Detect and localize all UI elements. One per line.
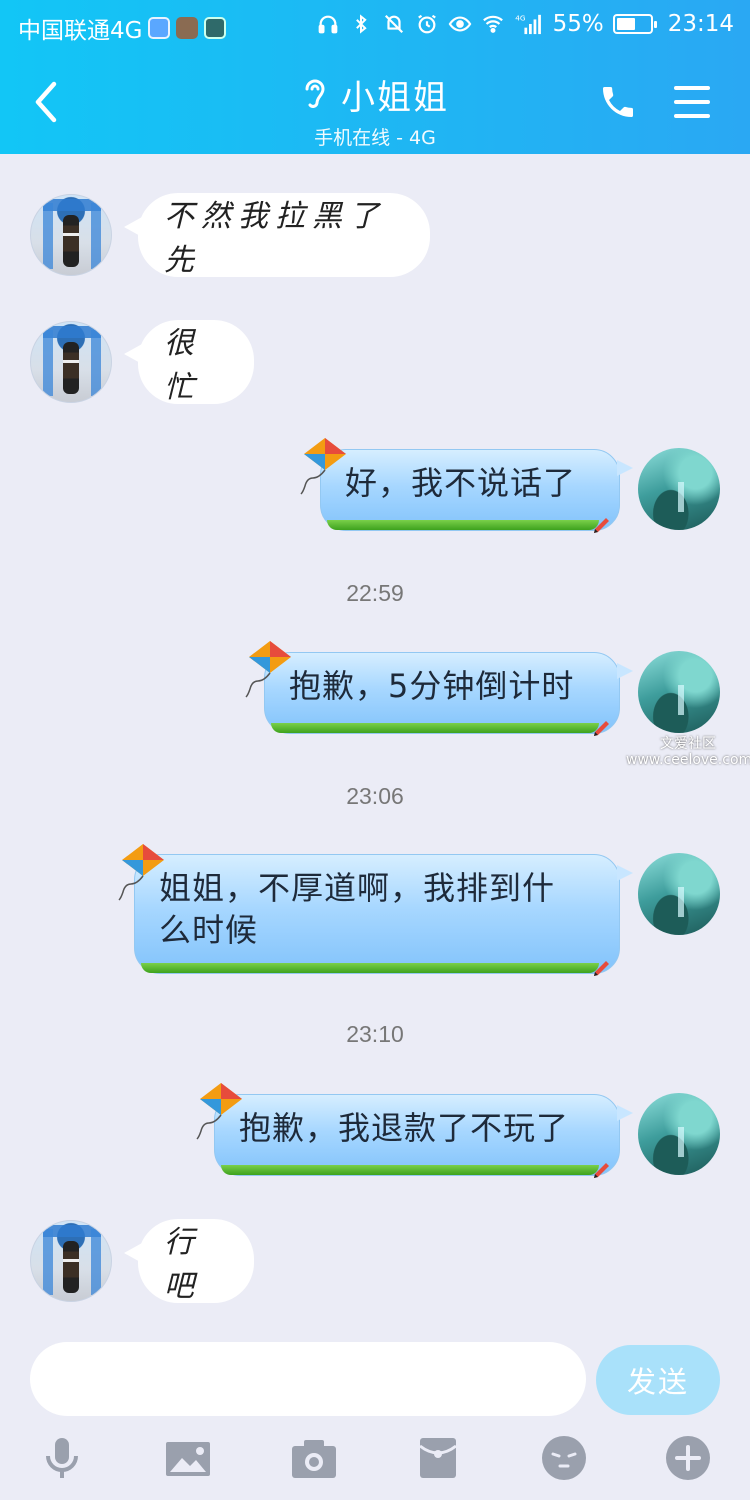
sent-message[interactable]: 抱歉，我退款了不玩了 <box>214 1094 633 1178</box>
emoji-icon[interactable] <box>540 1434 588 1482</box>
bubble-tail <box>617 460 633 476</box>
battery-percent: 55% <box>552 11 604 37</box>
message-text: 不然我拉黑了先 <box>164 199 386 278</box>
bubble-grass-decoration <box>327 520 599 530</box>
message-text: 好，我不说话了 <box>345 464 577 502</box>
headphones-icon <box>316 12 340 36</box>
eye-icon <box>448 12 472 36</box>
contact-avatar[interactable] <box>30 321 112 403</box>
alarm-icon <box>415 12 439 36</box>
received-message[interactable]: 很忙 <box>124 320 254 405</box>
carrier-label: 中国联通4G <box>18 18 143 44</box>
contact-avatar[interactable] <box>30 1220 112 1302</box>
menu-button[interactable] <box>672 84 712 120</box>
pen-icon <box>594 961 609 976</box>
watermark-line: 文爱社区 <box>660 736 716 752</box>
signal-icon: 4G <box>514 12 544 36</box>
my-avatar[interactable] <box>638 651 720 733</box>
app-notification-icon <box>176 17 199 39</box>
phone-call-button[interactable] <box>598 82 638 122</box>
microphone-icon[interactable] <box>38 1434 86 1482</box>
message-text: 抱歉，我退款了不玩了 <box>239 1109 570 1147</box>
message-text: 抱歉，5分钟倒计时 <box>289 667 575 705</box>
bubble-tail <box>617 663 633 679</box>
pen-icon <box>594 1163 609 1178</box>
clock: 23:14 <box>667 11 734 37</box>
my-avatar[interactable] <box>638 448 720 530</box>
message-text: 很忙 <box>164 326 201 405</box>
app-notification-icon <box>148 17 171 39</box>
message-timestamp: 23:06 <box>346 783 404 809</box>
svg-text:4G: 4G <box>515 13 526 22</box>
watermark-line: www.ceelove.com <box>626 752 750 768</box>
message-text: 么时候 <box>159 911 259 949</box>
message-text: 行吧 <box>164 1225 201 1304</box>
wifi-icon <box>481 12 505 36</box>
kite-icon <box>196 1083 242 1140</box>
battery-icon <box>612 14 657 34</box>
my-avatar[interactable] <box>638 853 720 935</box>
bubble-grass-decoration <box>271 723 599 733</box>
image-icon[interactable] <box>164 1434 212 1482</box>
sent-message[interactable]: 好，我不说话了 <box>320 449 633 533</box>
chat-title: 小姐姐 <box>341 78 449 118</box>
bluetooth-icon <box>349 12 373 36</box>
sent-message[interactable]: 抱歉，5分钟倒计时 <box>264 652 633 736</box>
bubble-grass-decoration <box>141 963 599 973</box>
ear-icon[interactable] <box>301 75 329 115</box>
watermark: 文爱社区 www.ceelove.com <box>626 736 750 768</box>
received-message[interactable]: 行吧 <box>124 1219 254 1304</box>
mute-icon <box>382 12 406 36</box>
online-status: 手机在线 - 4G <box>314 127 436 149</box>
app-notification-icon <box>204 17 227 39</box>
message-input[interactable] <box>30 1342 586 1416</box>
message-text: 姐姐，不厚道啊，我排到什 <box>159 869 556 907</box>
pen-icon <box>594 518 609 533</box>
status-bar: 中国联通4G 4G 55% 23:14 <box>0 0 750 52</box>
my-avatar[interactable] <box>638 1093 720 1175</box>
message-timestamp: 23:10 <box>346 1021 404 1047</box>
bubble-tail <box>617 1105 633 1121</box>
plus-icon[interactable] <box>664 1434 712 1482</box>
kite-icon <box>245 641 291 698</box>
send-button[interactable]: 发送 <box>596 1345 720 1415</box>
contact-avatar[interactable] <box>30 194 112 276</box>
chat-header: 中国联通4G 4G 55% 23:14 小姐姐 手机在线 - 4G <box>0 0 750 154</box>
bubble-tail <box>617 865 633 881</box>
bubble-grass-decoration <box>221 1165 599 1175</box>
kite-icon <box>118 844 164 901</box>
red-packet-icon[interactable] <box>414 1434 462 1482</box>
sent-message[interactable]: 姐姐，不厚道啊，我排到什 么时候 <box>134 854 633 976</box>
battery-level <box>616 18 635 30</box>
kite-icon <box>300 438 346 495</box>
pen-icon <box>594 721 609 736</box>
message-timestamp: 22:59 <box>346 580 404 606</box>
received-message[interactable]: 不然我拉黑了先 <box>124 193 430 278</box>
camera-icon[interactable] <box>290 1434 338 1482</box>
